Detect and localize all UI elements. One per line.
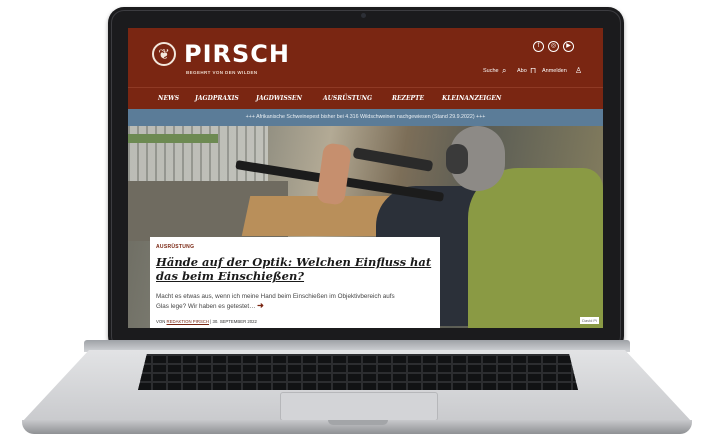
site-tagline: BEGEHRT VON DEN WILDEN [186, 70, 258, 75]
shooter-vest [468, 168, 603, 328]
arrow-right-icon[interactable]: ➜ [257, 301, 264, 310]
meta-prefix: VON [156, 319, 166, 324]
rifle-scope [352, 147, 434, 172]
author-link[interactable]: REDAKTION PIRSCH [167, 319, 210, 324]
article-category[interactable]: AUSRÜSTUNG [156, 244, 194, 250]
article-teaser: Macht es etwas aus, wenn ich meine Hand … [156, 292, 396, 311]
nav-item-jagdwissen[interactable]: JAGDWISSEN [256, 95, 302, 102]
news-ticker[interactable]: +++ Afrikanische Schweinepest bisher bei… [128, 109, 603, 126]
key-row [138, 365, 578, 372]
laptop-base [22, 340, 692, 438]
article-teaser-text: Macht es etwas aus, wenn ich meine Hand … [156, 293, 395, 310]
instagram-icon[interactable]: ◎ [548, 41, 559, 52]
article-title[interactable]: Hände auf der Optik: Welchen Einfluss ha… [156, 255, 436, 283]
camera-icon [361, 13, 366, 18]
main-navigation: NEWS JAGDPRAXIS JAGDWISSEN AUSRÜSTUNG RE… [128, 87, 603, 110]
search-icon[interactable]: ⌕ [502, 66, 506, 76]
facebook-icon[interactable]: f [533, 41, 544, 52]
ear-protection [446, 144, 468, 174]
site-logo-text[interactable]: PIRSCH [184, 40, 290, 68]
key-row [138, 383, 578, 390]
search-label[interactable]: Suche [483, 68, 499, 74]
key-row [138, 374, 578, 381]
deer-antler-icon[interactable]: ❦ [152, 42, 176, 66]
abo-link[interactable]: Abo [517, 68, 527, 74]
shopping-bag-icon[interactable]: ⊓ [530, 66, 536, 75]
nav-item-kleinanzeigen[interactable]: KLEINANZEIGEN [442, 95, 501, 102]
laptop-frame: ❦ PIRSCH BEGEHRT VON DEN WILDEN f ◎ ▶ Su… [0, 0, 713, 448]
site-header: ❦ PIRSCH BEGEHRT VON DEN WILDEN f ◎ ▶ Su… [128, 28, 603, 87]
user-icon[interactable]: ♙ [575, 66, 582, 75]
article-meta: VON REDAKTION PIRSCH | 30. SEPTEMBER 202… [156, 319, 257, 324]
nav-item-rezepte[interactable]: REZEPTE [392, 95, 424, 102]
nav-item-ausruestung[interactable]: AUSRÜSTUNG [323, 95, 372, 102]
photo-credit: David Pi [580, 317, 599, 324]
youtube-icon[interactable]: ▶ [563, 41, 574, 52]
login-link[interactable]: Anmelden [542, 68, 567, 74]
article-teaser-card[interactable]: AUSRÜSTUNG Hände auf der Optik: Welchen … [150, 237, 440, 328]
key-row [138, 356, 578, 363]
nav-item-jagdpraxis[interactable]: JAGDPRAXIS [195, 95, 239, 102]
keyboard [138, 354, 578, 390]
publish-date: | 30. SEPTEMBER 2022 [210, 319, 257, 324]
green-bar [128, 134, 218, 143]
nav-item-news[interactable]: NEWS [158, 95, 179, 102]
trackpad [280, 392, 438, 421]
open-notch [328, 420, 388, 425]
laptop-screen: ❦ PIRSCH BEGEHRT VON DEN WILDEN f ◎ ▶ Su… [128, 28, 603, 328]
